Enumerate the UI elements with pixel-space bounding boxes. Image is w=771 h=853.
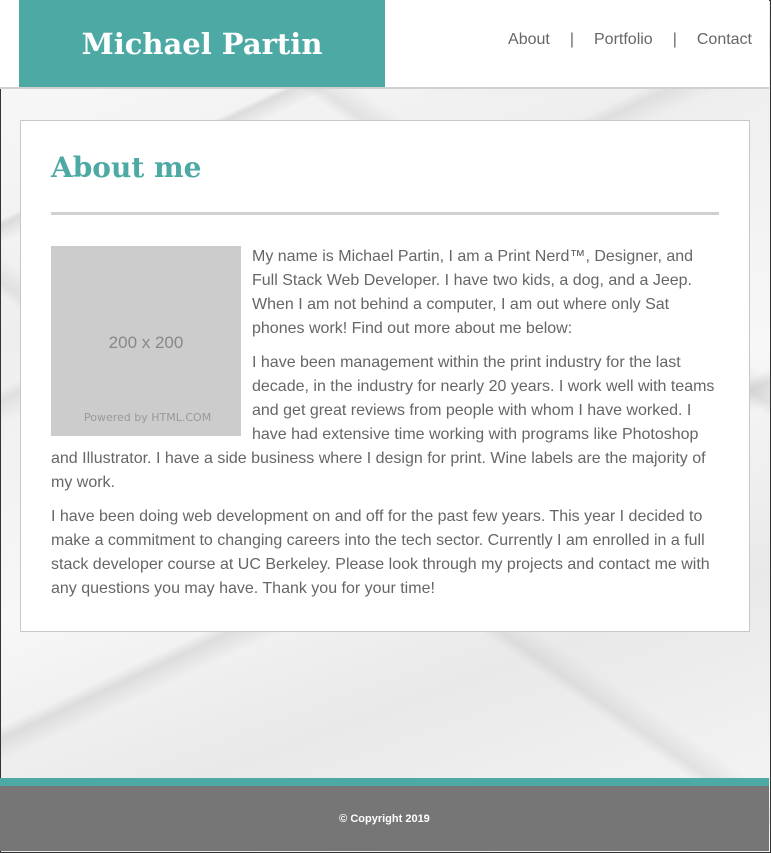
copyright-text: © Copyright 2019 — [339, 812, 430, 825]
nav-link-contact[interactable]: Contact — [697, 31, 752, 49]
page-title: About me — [51, 151, 202, 184]
profile-image-placeholder: 200 x 200 Powered by HTML.COM — [51, 246, 241, 436]
site-header: Michael Partin About | Portfolio | Conta… — [0, 0, 769, 89]
nav-separator: | — [672, 31, 677, 48]
nav-link-about[interactable]: About — [508, 31, 550, 49]
title-divider — [51, 212, 719, 215]
site-brand[interactable]: Michael Partin — [19, 0, 385, 87]
about-paragraph: I have been doing web development on and… — [51, 508, 710, 597]
image-dimensions-label: 200 x 200 — [108, 333, 184, 352]
about-card: About me 200 x 200 Powered by HTML.COM M… — [20, 120, 750, 632]
main-nav: About | Portfolio | Contact — [508, 31, 752, 49]
footer-accent-bar — [0, 778, 769, 786]
nav-link-portfolio[interactable]: Portfolio — [594, 31, 653, 49]
site-footer: © Copyright 2019 — [0, 786, 769, 851]
about-content: 200 x 200 Powered by HTML.COM My name is… — [51, 245, 721, 611]
nav-separator: | — [569, 31, 574, 48]
image-credit: Powered by HTML.COM — [84, 411, 212, 424]
